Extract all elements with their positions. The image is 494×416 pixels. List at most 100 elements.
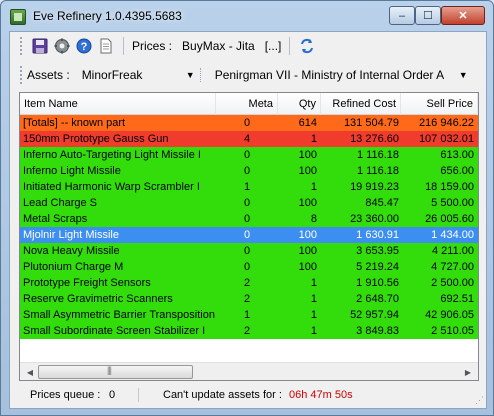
status-bar: Prices queue : 0 Can't update assets for… [10,384,486,408]
title-bar[interactable]: Eve Refinery 1.0.4395.5683 – ☐ ✕ [1,1,493,31]
cell-sell-price: 42 906.05 [425,309,474,321]
table-row[interactable]: Small Subordinate Screen Stabilizer I 2 1 3… [20,323,478,339]
cell-refined-cost: 1 116.18 [356,149,399,161]
column-header-meta[interactable]: Meta [216,93,278,115]
cell-qty: 100 [298,229,317,241]
cell-item-name: Nova Heavy Missile [23,245,120,257]
table-row[interactable]: 150mm Prototype Gauss Gun 4 1 13 276.60 107 … [20,131,478,147]
cell-refined-cost: 19 919.23 [350,181,399,193]
update-assets-label: Can't update assets for : [163,389,282,401]
cell-qty: 1 [310,133,317,145]
cell-qty: 1 [310,181,317,193]
table-row[interactable]: Nova Heavy Missile 0 100 3 653.95 4 211.00 [20,243,478,259]
cell-meta: 0 [243,197,251,209]
save-icon[interactable] [31,37,49,55]
toolbar-grip[interactable] [20,37,23,55]
cell-sell-price: 656.00 [440,165,474,177]
help-icon[interactable]: ? [75,37,93,55]
cell-sell-price: 107 032.01 [418,133,474,145]
cell-meta: 4 [243,133,251,145]
status-separator [138,388,139,402]
cell-meta: 0 [243,213,251,225]
cell-sell-price: 4 211.00 [431,245,474,257]
cell-refined-cost: 1 116.18 [356,165,399,177]
cell-refined-cost: 52 957.94 [350,309,399,321]
cell-sell-price: 1 434.00 [431,229,474,241]
cell-refined-cost: 3 849.83 [356,325,399,337]
size-grip-icon[interactable]: ⋰ [475,395,484,406]
table-row[interactable]: Metal Scraps 0 8 23 360.00 26 005.60 [20,211,478,227]
table-row[interactable]: Inferno Auto-Targeting Light Missile I 0 1… [20,147,478,163]
table-row[interactable]: Plutonium Charge M 0 100 5 219.24 4 727.00 [20,259,478,275]
cell-refined-cost: 5 219.24 [356,261,399,273]
table-row[interactable]: Reserve Gravimetric Scanners 2 1 2 648.70 69… [20,291,478,307]
cell-item-name: Small Subordinate Screen Stabilizer I [23,325,206,337]
owner-select[interactable]: MinorFreak ▼ [77,65,200,85]
chevron-down-icon: ▼ [185,70,195,80]
toolbar-grip[interactable] [20,66,23,84]
cell-meta: 0 [243,245,251,257]
refresh-icon[interactable] [298,37,316,55]
cell-sell-price: 26 005.60 [425,213,474,225]
table-row[interactable]: Inferno Light Missile 0 100 1 116.18 656.00 [20,163,478,179]
minimize-button[interactable]: – [389,6,415,25]
cell-qty: 100 [298,165,317,177]
location-select-value: Penirgman VII - Ministry of Internal Ord… [214,68,445,82]
assets-toolbar: Assets : MinorFreak ▼ Penirgman VII - Mi… [10,62,486,88]
cell-sell-price: 18 159.00 [425,181,474,193]
cell-qty: 1 [310,293,317,305]
table-row[interactable]: Small Asymmetric Barrier Transposition..… [20,307,478,323]
cell-qty: 1 [310,309,317,321]
prices-queue-label: Prices queue : [30,389,101,401]
cell-meta: 1 [243,309,251,321]
maximize-button[interactable]: ☐ [415,6,441,25]
document-icon[interactable] [97,37,115,55]
scroll-left-icon[interactable]: ◀ [22,364,38,380]
scrollbar-thumb[interactable] [38,365,193,379]
cell-qty: 8 [310,213,317,225]
table-row[interactable]: Prototype Freight Sensors 2 1 1 910.56 2 500… [20,275,478,291]
cell-item-name: Reserve Gravimetric Scanners [23,293,173,305]
horizontal-scrollbar[interactable]: ◀ ▶ [20,362,478,380]
column-header-refined-cost[interactable]: Refined Cost [321,93,401,115]
table-row[interactable]: [Totals] -- known part 0 614 131 504.79 216 … [20,115,478,131]
toolbar-separator [199,68,201,82]
cell-sell-price: 216 946.22 [418,117,474,129]
cell-item-name: Lead Charge S [23,197,97,209]
items-grid[interactable]: Item Name Meta Qty Refined Cost Sell Pri… [19,92,479,381]
column-header-sell-price[interactable]: Sell Price [401,93,478,115]
app-icon [10,9,26,25]
scroll-right-icon[interactable]: ▶ [460,364,476,380]
cell-item-name: Prototype Freight Sensors [23,277,151,289]
cell-refined-cost: 845.47 [365,197,399,209]
table-row[interactable]: Mjolnir Light Missile 0 100 1 630.91 1 434.0… [20,227,478,243]
column-header-item-name[interactable]: Item Name [20,93,216,115]
cell-refined-cost: 13 276.60 [350,133,399,145]
cell-sell-price: 613.00 [440,149,474,161]
close-button[interactable]: ✕ [441,6,485,25]
toolbar-separator [123,37,124,55]
cell-refined-cost: 1 910.56 [356,277,399,289]
cell-item-name: Mjolnir Light Missile [23,229,119,241]
cell-qty: 100 [298,245,317,257]
cell-meta: 0 [243,149,251,161]
cell-item-name: Initiated Harmonic Warp Scrambler I [23,181,200,193]
prices-options-button[interactable]: [...] [265,39,282,53]
settings-icon[interactable] [53,37,71,55]
client-area: ? Prices : BuyMax - Jita [...] Assets : … [9,31,487,409]
location-select[interactable]: Penirgman VII - Ministry of Internal Ord… [210,65,473,85]
cell-item-name: 150mm Prototype Gauss Gun [23,133,169,145]
table-row[interactable]: Initiated Harmonic Warp Scrambler I 1 1 19 … [20,179,478,195]
cell-meta: 0 [243,229,251,241]
cell-refined-cost: 1 630.91 [356,229,399,241]
cell-sell-price: 2 510.05 [431,325,474,337]
toolbar-separator [289,37,291,55]
cell-item-name: Metal Scraps [23,213,88,225]
cell-sell-price: 4 727.00 [431,261,474,273]
prices-value: BuyMax - Jita [182,39,255,53]
table-row[interactable]: Lead Charge S 0 100 845.47 5 500.00 [20,195,478,211]
cell-qty: 100 [298,149,317,161]
window-title: Eve Refinery 1.0.4395.5683 [33,9,182,23]
cell-qty: 100 [298,197,317,209]
column-header-qty[interactable]: Qty [278,93,321,115]
